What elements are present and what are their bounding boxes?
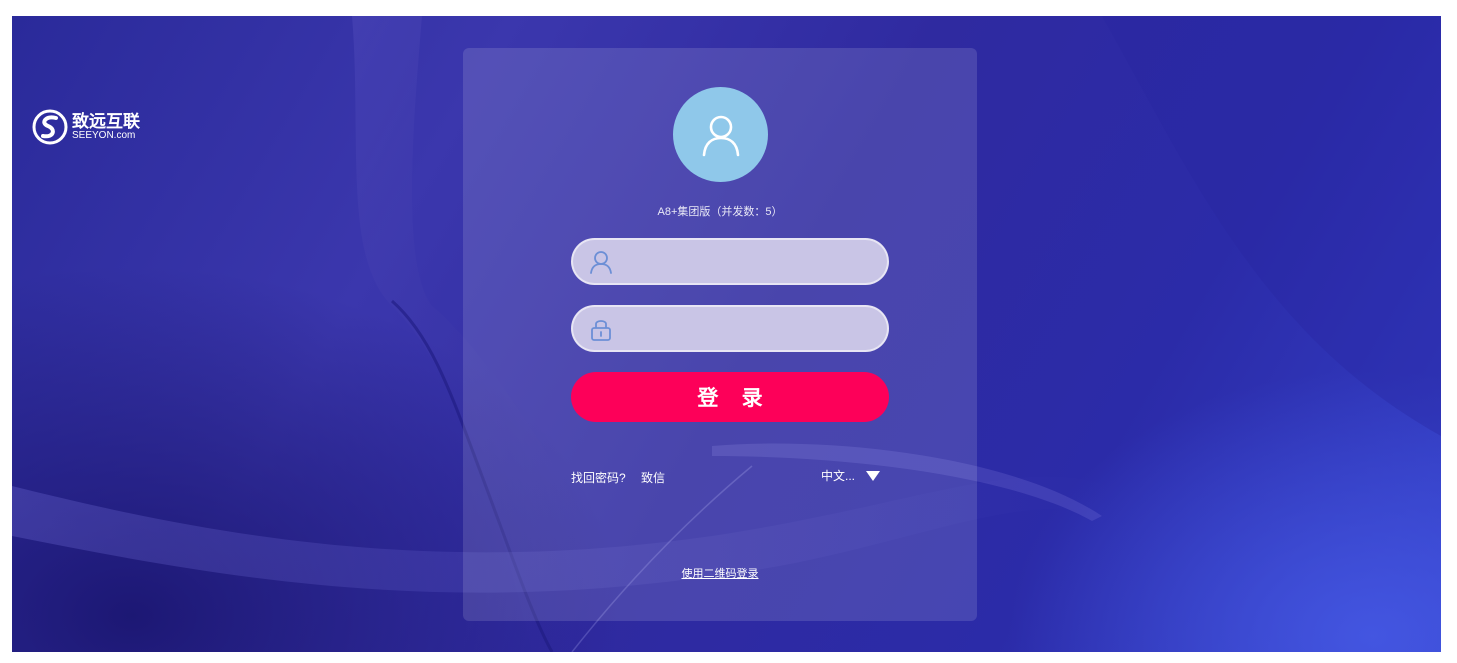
avatar xyxy=(673,87,768,182)
seeyon-logo-icon xyxy=(32,109,68,145)
password-input[interactable] xyxy=(625,307,879,352)
brand-name-en: SEEYON.com xyxy=(72,130,136,141)
user-icon xyxy=(702,115,739,156)
login-background: 致远互联 SEEYON.com A8+集团版（并发数：5） 登 录 找回密码? … xyxy=(12,16,1441,652)
caret-down-icon xyxy=(866,470,881,481)
password-field[interactable] xyxy=(571,305,889,352)
product-edition: A8+集团版（并发数：5） xyxy=(657,206,783,218)
qr-login-link[interactable]: 使用二维码登录 xyxy=(682,568,759,580)
username-input[interactable] xyxy=(625,240,879,285)
brand-name-cn: 致远互联 xyxy=(72,112,140,131)
language-select[interactable]: 中文... xyxy=(821,467,881,484)
helper-links: 找回密码? 致信 xyxy=(571,469,677,486)
language-label: 中文... xyxy=(821,469,856,483)
qr-login-row: 使用二维码登录 xyxy=(463,565,977,581)
login-button[interactable]: 登 录 xyxy=(571,372,889,422)
brand-logo: 致远互联 SEEYON.com xyxy=(32,109,140,145)
username-field[interactable] xyxy=(571,238,889,285)
lock-icon xyxy=(591,320,611,341)
login-panel: A8+集团版（并发数：5） 登 录 找回密码? 致信 中文... 使用二维码登录 xyxy=(463,48,977,621)
zhixin-link[interactable]: 致信 xyxy=(641,471,665,485)
user-icon xyxy=(590,251,612,274)
forgot-password-link[interactable]: 找回密码? xyxy=(571,471,626,485)
